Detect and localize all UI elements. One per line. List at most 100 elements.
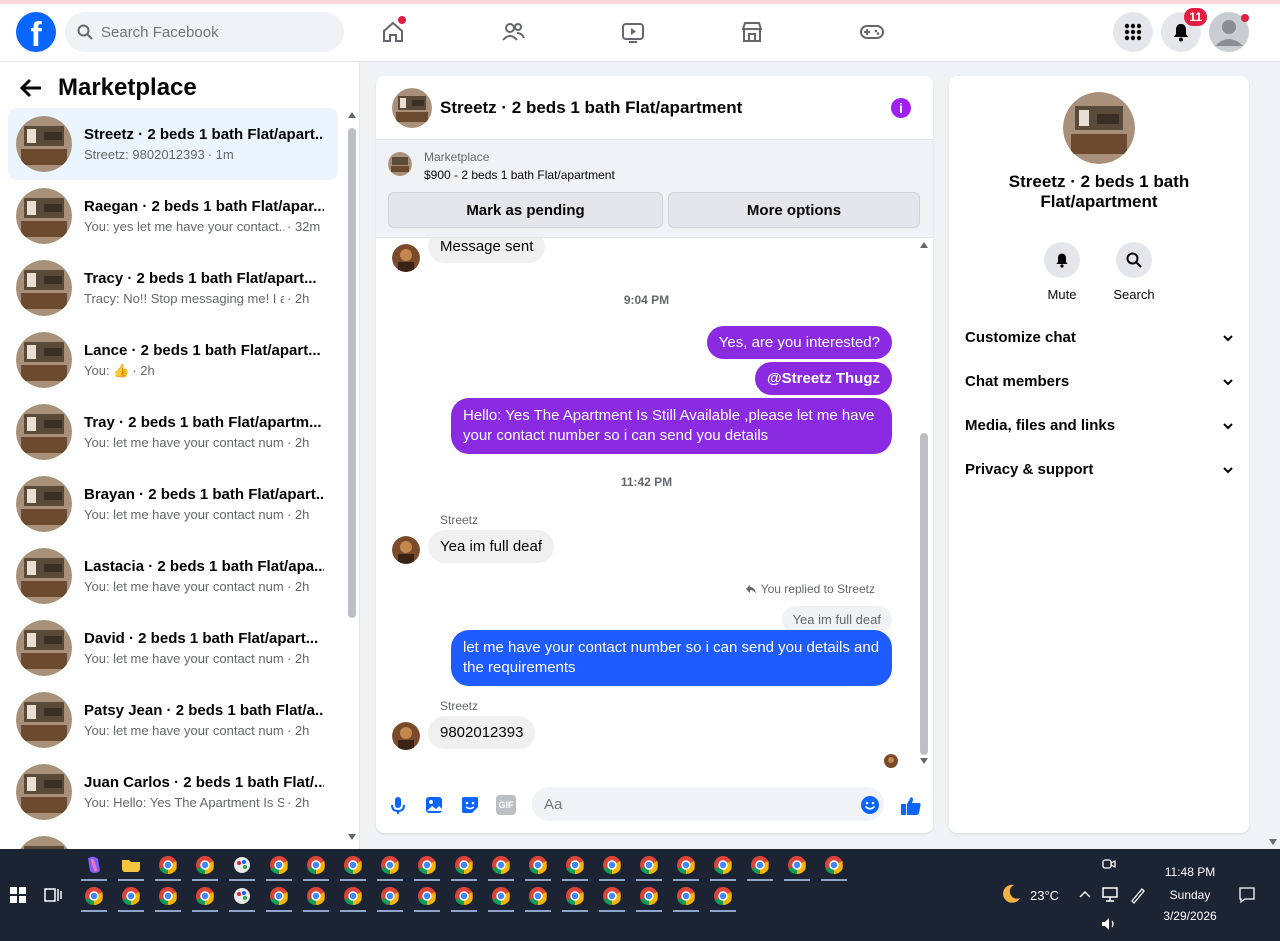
meet-now-icon[interactable]	[1102, 857, 1116, 871]
info-icon[interactable]: i	[891, 98, 911, 118]
gaming-nav-button[interactable]	[856, 16, 888, 48]
conversation-item[interactable]: Millender · 2 beds 1 bath Flat/...	[8, 828, 338, 849]
scroll-down-arrow-icon[interactable]	[348, 834, 356, 840]
facebook-logo[interactable]: f	[16, 12, 56, 52]
mute-button[interactable]	[1044, 242, 1080, 278]
conversation-item[interactable]: Lastacia · 2 beds 1 bath Flat/apa... You:…	[8, 540, 338, 612]
chrome-icon[interactable]	[343, 855, 363, 875]
home-nav-button[interactable]	[377, 16, 409, 48]
paint-icon[interactable]	[232, 886, 252, 906]
listing-price-title[interactable]: $900 - 2 beds 1 bath Flat/apartment	[424, 168, 615, 182]
gif-button[interactable]: GIF	[496, 795, 516, 815]
thumbs-up-icon[interactable]	[900, 795, 922, 817]
network-icon[interactable]	[1101, 886, 1119, 902]
paint-icon[interactable]	[232, 855, 252, 875]
moon-weather-icon[interactable]	[1000, 883, 1022, 905]
more-options-button[interactable]: More options	[668, 192, 920, 228]
copilot-icon[interactable]	[84, 855, 104, 875]
menu-button[interactable]	[1113, 12, 1153, 52]
chrome-icon[interactable]	[491, 855, 511, 875]
conversation-item[interactable]: David · 2 beds 1 bath Flat/apart... You: …	[8, 612, 338, 684]
customize-chat-row[interactable]: Customize chat	[965, 329, 1233, 346]
search-conversation-button[interactable]	[1116, 242, 1152, 278]
message-input[interactable]	[532, 787, 884, 821]
volume-icon[interactable]	[1101, 917, 1117, 931]
search-box[interactable]	[65, 12, 344, 52]
chrome-icon[interactable]	[454, 886, 474, 906]
notifications-button[interactable]: 11	[1161, 8, 1207, 52]
photo-icon[interactable]	[424, 795, 444, 815]
chrome-icon[interactable]	[269, 855, 289, 875]
chrome-icon[interactable]	[306, 855, 326, 875]
chat-header[interactable]: Streetz · 2 beds 1 bath Flat/apartment i	[376, 76, 933, 140]
scroll-up-arrow-icon[interactable]	[348, 112, 356, 118]
emoji-icon[interactable]	[860, 795, 880, 815]
chrome-icon[interactable]	[158, 855, 178, 875]
chrome-icon[interactable]	[454, 855, 474, 875]
marketplace-nav-button[interactable]	[736, 16, 768, 48]
scroll-up-arrow-icon[interactable]	[920, 242, 928, 248]
clock-time[interactable]: 11:48 PM	[1150, 865, 1230, 879]
chrome-icon[interactable]	[676, 855, 696, 875]
account-button[interactable]	[1209, 12, 1249, 52]
sticker-icon[interactable]	[460, 795, 480, 815]
privacy-support-row[interactable]: Privacy & support	[965, 461, 1233, 478]
scroll-down-arrow-icon[interactable]	[1269, 839, 1277, 845]
page-scrollbar[interactable]	[1266, 62, 1280, 849]
chrome-icon[interactable]	[417, 886, 437, 906]
chat-members-row[interactable]: Chat members	[965, 373, 1233, 390]
mark-pending-button[interactable]: Mark as pending	[388, 192, 663, 228]
microphone-icon[interactable]	[388, 795, 408, 815]
chrome-icon[interactable]	[491, 886, 511, 906]
chrome-icon[interactable]	[676, 886, 696, 906]
watch-nav-button[interactable]	[617, 16, 649, 48]
conversation-item[interactable]: Tracy · 2 beds 1 bath Flat/apart... Tracy…	[8, 252, 338, 324]
chrome-icon[interactable]	[269, 886, 289, 906]
quoted-message[interactable]: Yea im full deaf	[781, 606, 892, 633]
chrome-icon[interactable]	[417, 855, 437, 875]
chrome-icon[interactable]	[528, 886, 548, 906]
chrome-icon[interactable]	[713, 855, 733, 875]
conversation-item[interactable]: Juan Carlos · 2 beds 1 bath Flat/... You:…	[8, 756, 338, 828]
chrome-icon[interactable]	[121, 886, 141, 906]
chrome-icon[interactable]	[639, 886, 659, 906]
friends-nav-button[interactable]	[497, 16, 529, 48]
chrome-icon[interactable]	[750, 855, 770, 875]
mute-action[interactable]: Mute	[1032, 242, 1092, 302]
scrollbar-thumb[interactable]	[348, 128, 356, 618]
scroll-down-arrow-icon[interactable]	[920, 758, 928, 764]
chrome-icon[interactable]	[824, 855, 844, 875]
search-action[interactable]: Search	[1104, 242, 1164, 302]
pen-icon[interactable]	[1129, 886, 1147, 904]
search-input[interactable]	[101, 23, 321, 41]
conversation-item[interactable]: Streetz · 2 beds 1 bath Flat/apart... Str…	[8, 108, 338, 180]
weather-temperature[interactable]: 23°C	[1030, 888, 1059, 903]
file-explorer-icon[interactable]	[121, 855, 141, 875]
chrome-icon[interactable]	[565, 886, 585, 906]
chrome-icon[interactable]	[565, 855, 585, 875]
conversation-item[interactable]: Patsy Jean · 2 beds 1 bath Flat/a... You:…	[8, 684, 338, 756]
chrome-icon[interactable]	[380, 886, 400, 906]
conversation-item[interactable]: Raegan · 2 beds 1 bath Flat/apar... You: …	[8, 180, 338, 252]
media-files-links-row[interactable]: Media, files and links	[965, 417, 1233, 434]
clock-day[interactable]: Sunday	[1150, 888, 1230, 902]
chrome-icon[interactable]	[306, 886, 326, 906]
conversation-item[interactable]: Tray · 2 beds 1 bath Flat/apartm... You: …	[8, 396, 338, 468]
chrome-icon[interactable]	[787, 855, 807, 875]
windows-start-icon[interactable]	[10, 887, 26, 903]
sidebar-scrollbar[interactable]	[346, 112, 358, 842]
back-arrow-icon[interactable]	[20, 78, 42, 98]
conversation-item[interactable]: Brayan · 2 beds 1 bath Flat/apart... You:…	[8, 468, 338, 540]
chrome-icon[interactable]	[195, 855, 215, 875]
chrome-icon[interactable]	[602, 886, 622, 906]
chrome-icon[interactable]	[158, 886, 178, 906]
chrome-icon[interactable]	[343, 886, 363, 906]
clock-date[interactable]: 3/29/2026	[1150, 909, 1230, 923]
chrome-icon[interactable]	[84, 886, 104, 906]
chat-scrollbar[interactable]	[917, 238, 931, 768]
chrome-icon[interactable]	[713, 886, 733, 906]
scrollbar-thumb[interactable]	[920, 433, 928, 755]
chrome-icon[interactable]	[528, 855, 548, 875]
notification-center-icon[interactable]	[1238, 886, 1256, 904]
chevron-up-icon[interactable]	[1079, 890, 1091, 898]
